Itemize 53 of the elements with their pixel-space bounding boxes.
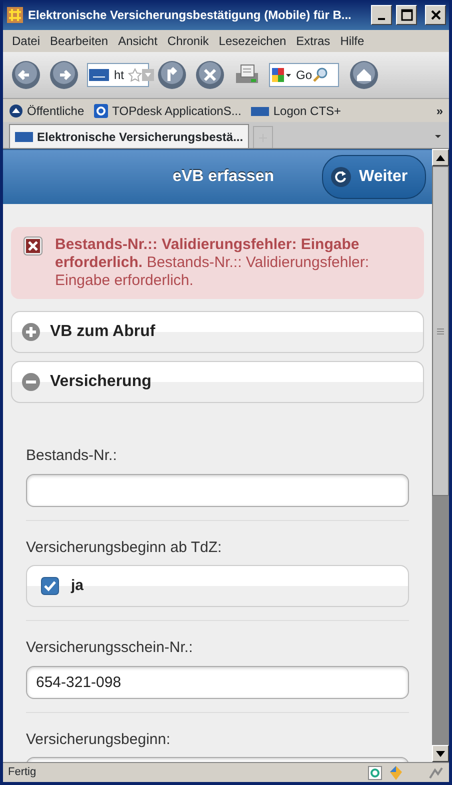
plus-icon [22, 323, 40, 341]
error-icon [23, 236, 43, 256]
input-field[interactable]: 654-321-098 [26, 666, 409, 698]
menu-item[interactable]: Extras [293, 32, 338, 50]
menu-item[interactable]: Lesezeichen [216, 32, 294, 50]
section-header[interactable]: VB zum Abruf [11, 311, 424, 353]
close-icon [430, 10, 440, 20]
window-title: Elektronische Versicherungsbestätigung (Mobile) für B... [28, 7, 352, 24]
checkbox-option[interactable]: ja [26, 565, 409, 607]
stop-icon[interactable] [195, 60, 225, 90]
field-label: Versicherungsschein-Nr.: [26, 638, 194, 658]
input-field[interactable] [26, 474, 409, 506]
scroll-up-icon[interactable] [436, 154, 445, 160]
home-icon[interactable] [349, 60, 379, 90]
status-text: Fertig [8, 765, 36, 780]
menu-item[interactable]: Bearbeiten [47, 32, 116, 50]
bookmark-icon [94, 104, 108, 118]
field-label: Versicherungsbeginn ab TdZ: [26, 538, 223, 558]
bookmark-link[interactable]: Logon CTS+ [251, 102, 342, 120]
field-label: Versicherungsbeginn: [26, 730, 172, 750]
search-icon[interactable] [312, 67, 328, 83]
maximize-button[interactable] [396, 5, 417, 25]
forward-icon[interactable] [49, 60, 79, 90]
overflow-button[interactable]: » [436, 102, 443, 120]
grip-icon [437, 328, 444, 334]
bookmark-icon [9, 104, 23, 118]
search-field[interactable]: Go [269, 63, 339, 87]
minimize-button[interactable] [371, 5, 392, 25]
field-label: Bestands-Nr.: [26, 446, 118, 466]
bookmark-link[interactable]: TOPdesk ApplicationS... [94, 102, 242, 120]
minimize-icon [378, 18, 385, 20]
menu-item[interactable]: Chronik [164, 32, 216, 50]
minus-icon [22, 373, 40, 391]
star-icon[interactable] [128, 68, 142, 82]
browser-tab[interactable]: Elektronische Versicherungsbestä... [9, 124, 250, 148]
menu-item[interactable]: Datei [9, 32, 48, 50]
app-icon [6, 6, 24, 24]
redo-icon [331, 167, 351, 187]
reload-icon[interactable] [157, 60, 187, 90]
error-message: Bestands-Nr.:: Validierungsfehler: Eingabe erforderlich. Bestands-Nr.:: Validierungsfehler: Eingabe erforderlich. [54, 236, 370, 290]
menu-item[interactable]: Hilfe [337, 32, 372, 50]
maximize-icon [400, 9, 412, 21]
search-engine-icon[interactable] [270, 66, 292, 84]
page-title: eVB erfassen [172, 167, 274, 187]
menu-item[interactable]: Ansicht [115, 32, 164, 50]
scroll-down-icon[interactable] [436, 750, 445, 756]
back-icon[interactable] [11, 60, 41, 90]
section-header[interactable]: Versicherung [11, 361, 424, 403]
close-button[interactable] [425, 5, 446, 25]
next-button[interactable]: Weiter [322, 155, 426, 199]
scrollbar[interactable] [432, 149, 449, 762]
checkbox[interactable] [41, 577, 59, 595]
bookmark-link[interactable]: Öffentliche [9, 102, 84, 120]
